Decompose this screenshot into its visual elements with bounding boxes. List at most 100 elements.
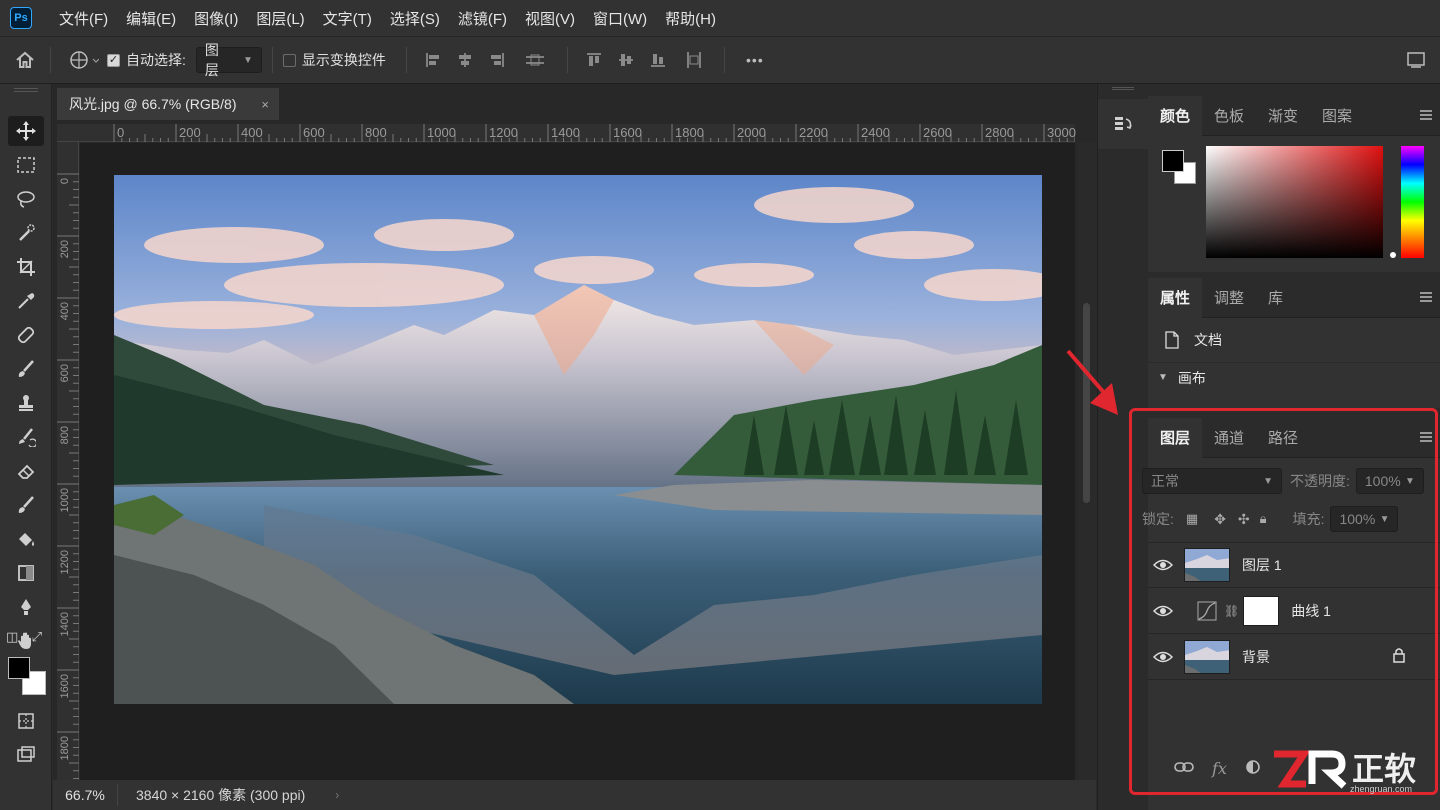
align-right-icon[interactable] [481,51,513,69]
history-panel-icon[interactable] [1098,99,1148,149]
healing-brush-tool-icon[interactable] [8,320,44,350]
tab-channels[interactable]: 通道 [1202,418,1256,458]
layer-name[interactable]: 背景 [1242,647,1270,667]
tab-layers[interactable]: 图层 [1148,417,1203,458]
clone-stamp-tool-icon[interactable] [8,388,44,418]
tab-paths[interactable]: 路径 [1256,418,1310,458]
canvas-section-header[interactable]: ▼ 画布 [1148,362,1440,392]
history-brush-tool-icon[interactable] [8,422,44,452]
tab-color[interactable]: 颜色 [1148,95,1203,136]
quick-selection-tool-icon[interactable] [8,218,44,248]
eye-icon[interactable] [1148,604,1178,618]
marquee-tool-icon[interactable] [8,150,44,180]
menu-filter[interactable]: 滤镜(F) [449,8,516,29]
tab-patterns[interactable]: 图案 [1310,96,1364,136]
zoom-level[interactable]: 66.7% [53,787,117,803]
foreground-color-swatch[interactable] [8,657,30,679]
swap-colors-icon[interactable]: ⤢ [32,629,42,649]
horizontal-ruler[interactable]: 0 200 400 600 800 1000 1200 1400 1600 1800 2000 220… [57,124,1076,142]
distribute-horizontal-icon[interactable] [513,51,557,69]
share-icon[interactable] [1406,51,1428,69]
photoshop-logo-icon[interactable]: Ps [10,7,32,29]
lasso-tool-icon[interactable] [8,184,44,214]
eye-icon[interactable] [1148,650,1178,664]
color-picker-marker[interactable] [1390,252,1396,258]
lock-icon[interactable] [1392,647,1406,666]
close-icon[interactable]: × [261,97,269,112]
lock-image-icon[interactable]: ✥ [1214,511,1226,528]
menu-help[interactable]: 帮助(H) [656,8,725,29]
move-tool-preset-icon[interactable] [61,50,107,70]
landscape-photo[interactable] [114,175,1042,704]
add-mask-icon[interactable] [1245,759,1261,778]
layer-mask-thumbnail[interactable] [1243,595,1280,626]
gradient-tool-icon[interactable] [8,490,44,520]
lock-transparent-icon[interactable]: ▦ [1186,511,1198,527]
link-layers-icon[interactable] [1174,760,1194,777]
color-picker-field[interactable] [1206,146,1383,258]
opacity-input[interactable]: 100% ▼ [1355,468,1424,494]
menu-file[interactable]: 文件(F) [50,8,117,29]
menu-view[interactable]: 视图(V) [516,8,584,29]
fx-icon[interactable]: fx [1212,759,1227,778]
home-icon[interactable] [0,50,50,70]
ruler-v-label: 1600 [59,674,71,699]
lock-all-icon[interactable]: 🔒︎ [1260,511,1267,527]
eyedropper-tool-icon[interactable] [8,286,44,316]
show-transform-checkbox[interactable] [282,53,296,67]
pen-tool-icon[interactable] [8,592,44,622]
align-middle-icon[interactable] [610,51,642,69]
crop-tool-icon[interactable] [8,252,44,282]
tab-swatches[interactable]: 色板 [1202,96,1256,136]
tab-gradients[interactable]: 渐变 [1256,96,1310,136]
chevron-right-icon[interactable]: › [335,788,339,802]
document-tab[interactable]: 风光.jpg @ 66.7% (RGB/8) × [57,88,279,120]
lock-position-icon[interactable]: ✣ [1238,511,1250,528]
column-grip[interactable] [1112,87,1134,90]
rectangle-tool-icon[interactable] [8,558,44,588]
layer-row[interactable]: 图层 1 [1148,542,1440,588]
hue-slider[interactable] [1401,146,1424,258]
brush-tool-icon[interactable] [8,354,44,384]
layer-name[interactable]: 曲线 1 [1291,601,1331,621]
panel-menu-icon[interactable] [1420,292,1432,302]
blend-mode-dropdown[interactable]: 正常 ▼ [1142,468,1282,494]
align-left-icon[interactable] [417,51,449,69]
eye-icon[interactable] [1148,558,1178,572]
more-options-button[interactable]: ••• [735,52,775,68]
tab-adjustments[interactable]: 调整 [1202,278,1256,318]
layer-row[interactable]: 背景 [1148,634,1440,680]
fill-input[interactable]: 100% ▼ [1330,506,1399,532]
color-foreground-swatch[interactable] [1162,150,1184,172]
layer-name[interactable]: 图层 1 [1242,555,1282,575]
menu-window[interactable]: 窗口(W) [584,8,656,29]
menu-type[interactable]: 文字(T) [314,8,381,29]
auto-select-checkbox[interactable]: ✓ [107,53,120,67]
panel-menu-icon[interactable] [1420,432,1432,442]
menu-layer[interactable]: 图层(L) [247,8,313,29]
tab-libraries[interactable]: 库 [1256,278,1295,318]
toolbar-grip[interactable] [14,88,38,92]
menu-image[interactable]: 图像(I) [185,8,247,29]
panel-menu-icon[interactable] [1420,110,1432,120]
quick-mask-icon[interactable] [8,706,44,736]
document-tab-title: 风光.jpg @ 66.7% (RGB/8) [69,96,237,112]
link-chain-icon[interactable]: ⛓︎ [1224,604,1239,618]
document-info[interactable]: 3840 × 2160 像素 (300 ppi) [136,785,305,805]
align-center-icon[interactable] [449,51,481,69]
vertical-scrollbar[interactable] [1078,143,1096,780]
layer-row[interactable]: ⛓︎ 曲线 1 [1148,588,1440,634]
menu-select[interactable]: 选择(S) [381,8,449,29]
auto-select-target-dropdown[interactable]: 图层 ▼ [195,42,262,78]
tab-properties[interactable]: 属性 [1148,277,1203,318]
menu-edit[interactable]: 编辑(E) [117,8,185,29]
align-top-icon[interactable] [578,51,610,69]
move-tool-icon[interactable] [8,116,44,146]
screen-mode-icon[interactable] [8,740,44,770]
vertical-ruler[interactable]: 0 200 400 600 800 1000 1200 1400 1600 1800 [57,142,79,780]
align-bottom-icon[interactable] [642,51,674,69]
distribute-vertical-icon[interactable] [674,50,714,70]
eraser-tool-icon[interactable] [8,456,44,486]
paint-bucket-tool-icon[interactable] [8,524,44,554]
default-colors-icon[interactable]: ◫ [6,629,18,649]
